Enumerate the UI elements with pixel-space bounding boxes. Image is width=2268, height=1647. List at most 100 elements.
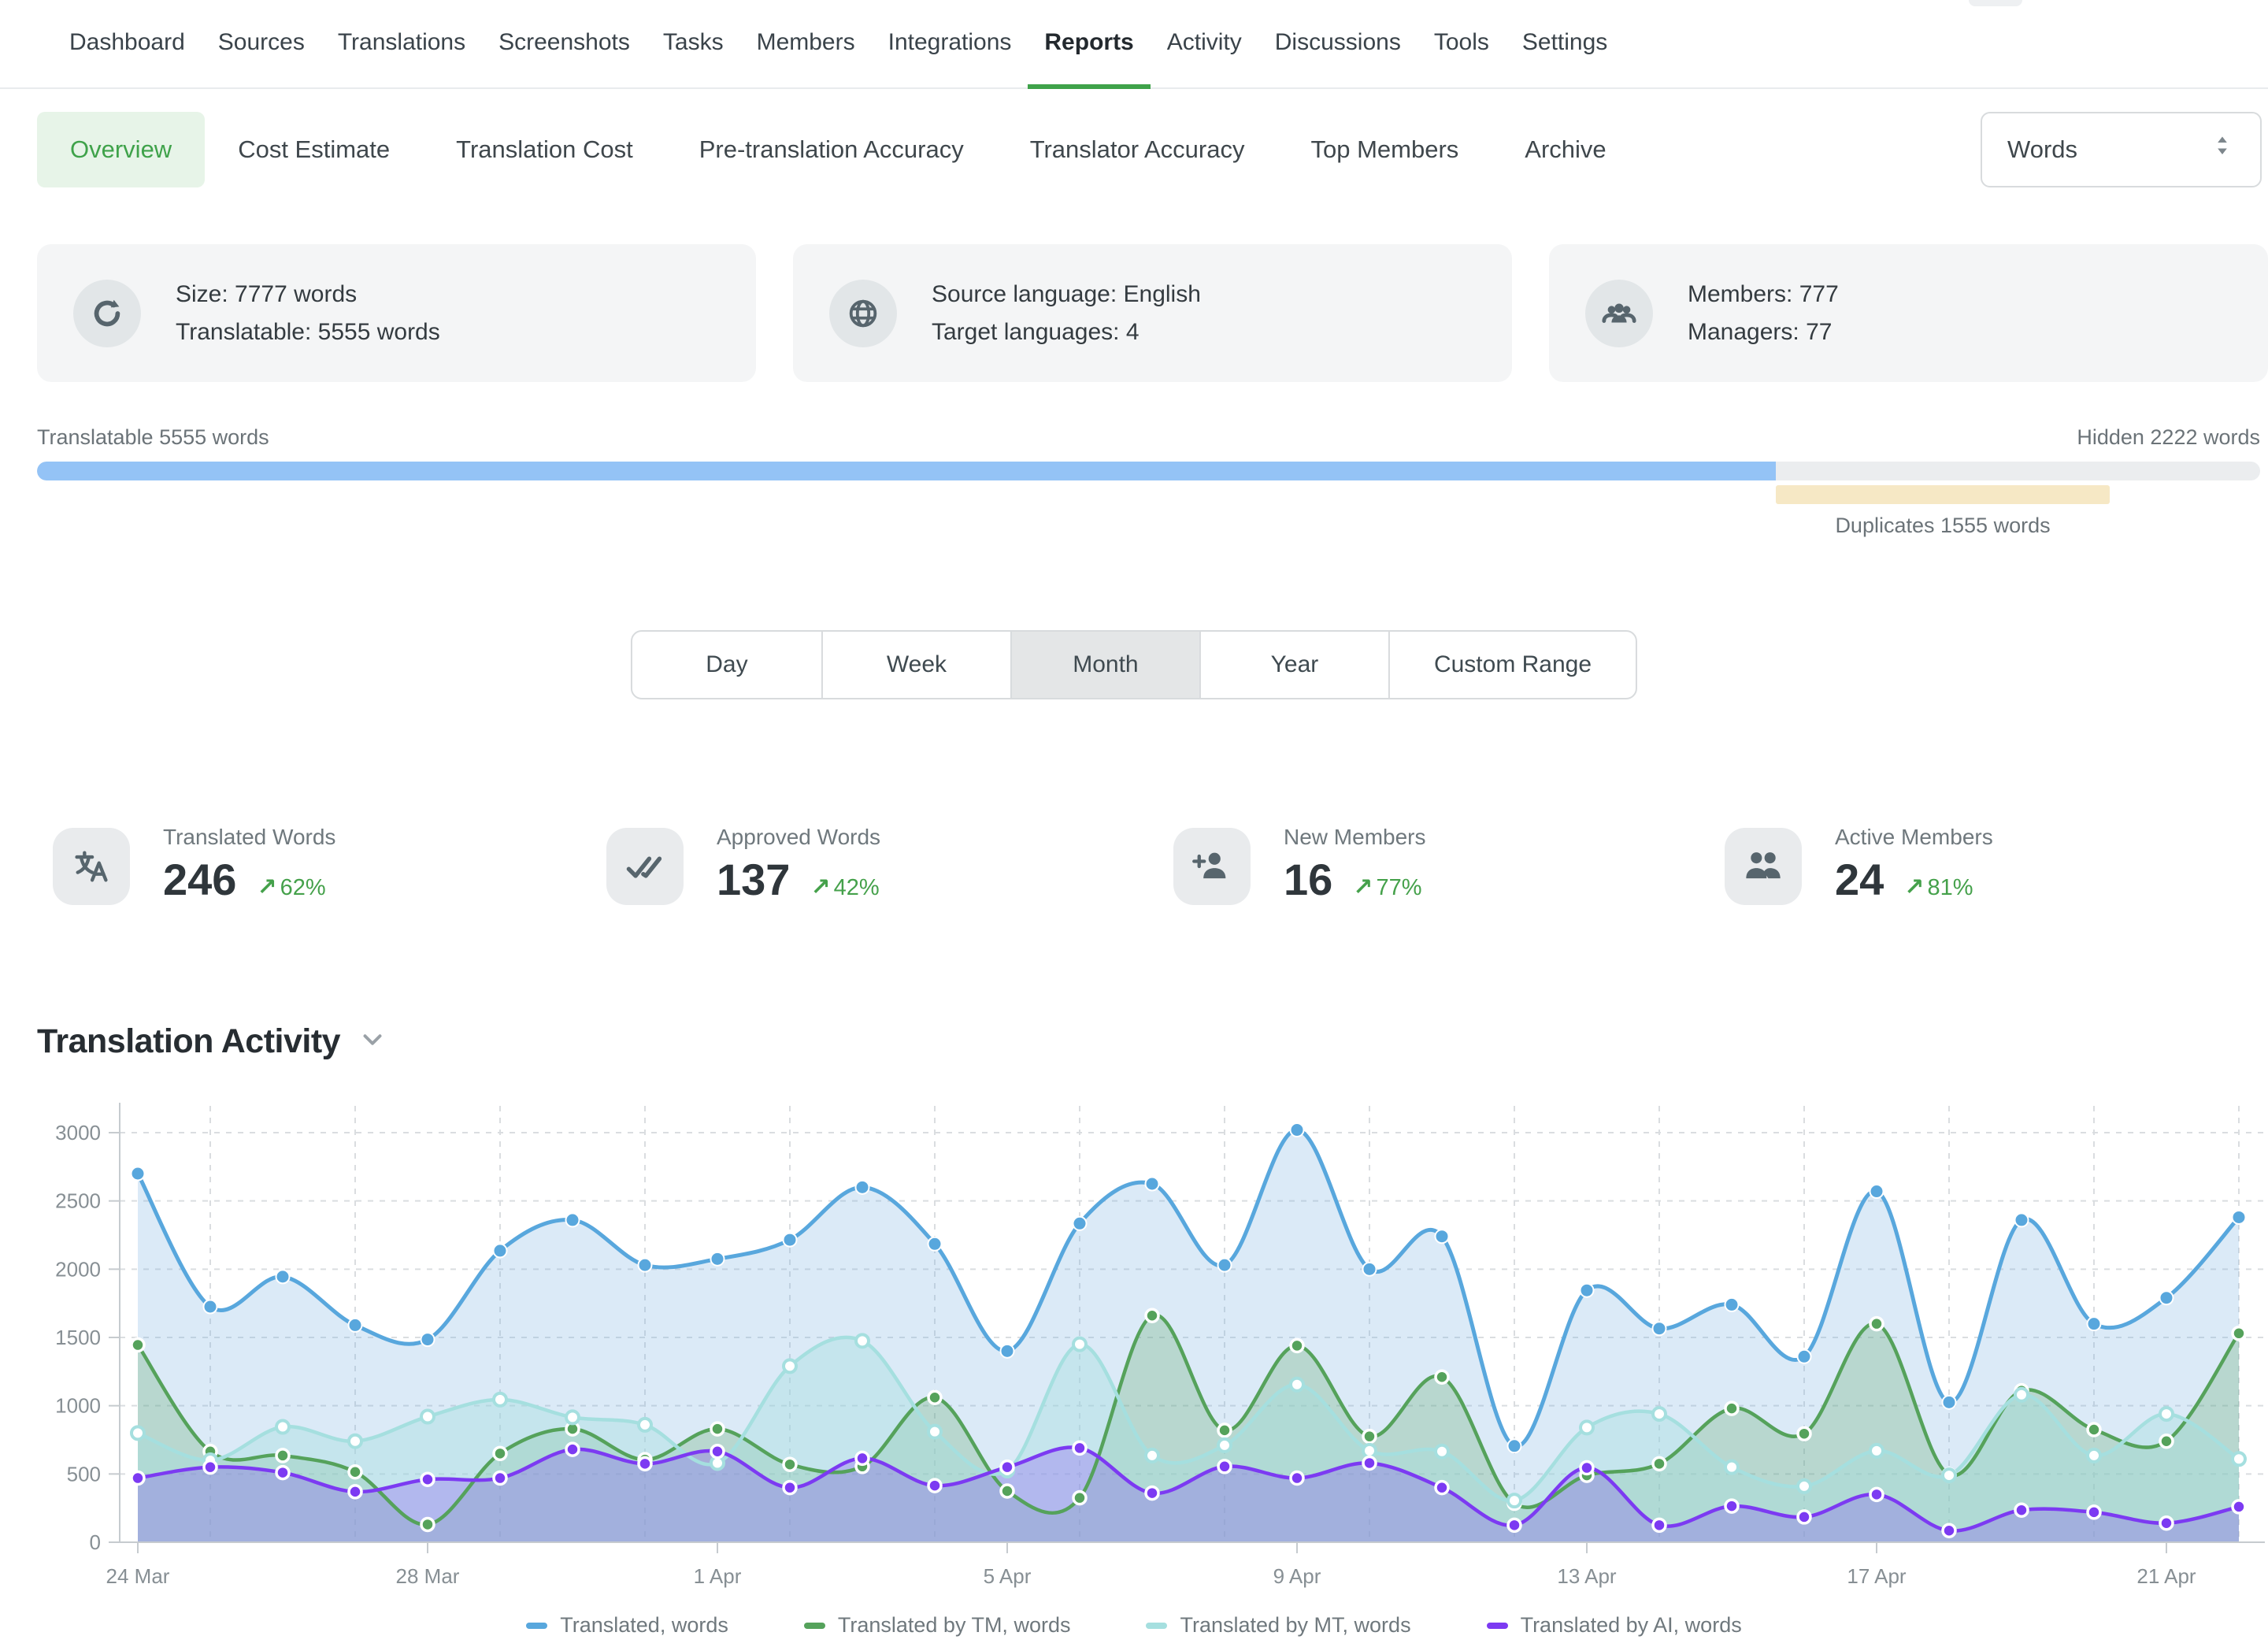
translatable-progress-fill <box>37 462 1776 480</box>
svg-text:13 Apr: 13 Apr <box>1557 1564 1617 1588</box>
chevron-down-icon[interactable] <box>358 1025 387 1059</box>
card-line: Members: 777 <box>1688 281 1839 308</box>
svg-text:3000: 3000 <box>55 1121 101 1144</box>
legend-item-translated-by-tm-words[interactable]: Translated by TM, words <box>804 1613 1071 1638</box>
translation-activity-chart: 05001000150020002500300024 Mar28 Mar1 Ap… <box>0 1095 2268 1613</box>
subnav-item-top-members[interactable]: Top Members <box>1277 112 1492 187</box>
nav-item-activity[interactable]: Activity <box>1151 0 1258 89</box>
range-tab-month[interactable]: Month <box>1010 632 1199 698</box>
nav-item-tools[interactable]: Tools <box>1418 0 1506 89</box>
card-line: Translatable: 5555 words <box>176 319 440 346</box>
stat-value: 246 <box>163 858 236 902</box>
hidden-label: Hidden 2222 words <box>2077 425 2260 450</box>
legend-label: Translated by MT, words <box>1180 1613 1410 1638</box>
date-range-tabs: DayWeekMonthYearCustom Range <box>631 630 1637 699</box>
stat-label: Active Members <box>1835 825 1993 850</box>
legend-label: Translated, words <box>560 1613 728 1638</box>
trend-up-icon: ↗ <box>257 874 276 901</box>
nav-item-integrations[interactable]: Integrations <box>872 0 1028 89</box>
reports-subnav: OverviewCost EstimateTranslation CostPre… <box>37 112 1640 187</box>
unit-select[interactable]: Words <box>1981 112 2262 187</box>
section-title: Translation Activity <box>37 1022 340 1061</box>
legend-item-translated-by-mt-words[interactable]: Translated by MT, words <box>1146 1613 1410 1638</box>
nav-item-translations[interactable]: Translations <box>321 0 482 89</box>
stat-delta: ↗77% <box>1353 874 1421 901</box>
legend-marker <box>1487 1623 1508 1629</box>
svg-text:1000: 1000 <box>55 1394 101 1418</box>
stats-row: Translated Words246↗62%Approved Words137… <box>0 823 2268 933</box>
svg-text:2000: 2000 <box>55 1257 101 1281</box>
stat-value: 16 <box>1284 858 1332 902</box>
nav-item-screenshots[interactable]: Screenshots <box>482 0 647 89</box>
svg-text:17 Apr: 17 Apr <box>1847 1564 1907 1588</box>
nav-item-members[interactable]: Members <box>740 0 872 89</box>
duplicates-bar <box>1776 485 2110 504</box>
top-navigation: DashboardSourcesTranslationsScreenshotsT… <box>0 0 2268 89</box>
trend-up-icon: ↗ <box>810 874 830 901</box>
translation-activity-header: Translation Activity <box>37 1022 387 1061</box>
subnav-item-archive[interactable]: Archive <box>1492 112 1639 187</box>
svg-text:21 Apr: 21 Apr <box>2136 1564 2196 1588</box>
summary-card-1: Source language: EnglishTarget languages… <box>793 244 1512 382</box>
nav-item-settings[interactable]: Settings <box>1506 0 1624 89</box>
cutoff-pill <box>1969 0 2022 6</box>
svg-text:0: 0 <box>90 1530 101 1554</box>
card-line: Size: 7777 words <box>176 281 440 308</box>
card-line: Managers: 77 <box>1688 319 1839 346</box>
range-tab-week[interactable]: Week <box>821 632 1010 698</box>
stat-label: New Members <box>1284 825 1425 850</box>
globe-icon <box>829 280 897 347</box>
legend-label: Translated by AI, words <box>1521 1613 1742 1638</box>
legend-label: Translated by TM, words <box>838 1613 1071 1638</box>
legend-marker <box>1146 1623 1167 1629</box>
subnav-item-overview[interactable]: Overview <box>37 112 205 187</box>
legend-item-translated-by-ai-words[interactable]: Translated by AI, words <box>1487 1613 1742 1638</box>
members-icon <box>1585 280 1653 347</box>
person-add-icon <box>1173 828 1251 905</box>
range-tab-day[interactable]: Day <box>632 632 821 698</box>
translatable-label: Translatable 5555 words <box>37 425 269 450</box>
svg-text:28 Mar: 28 Mar <box>396 1564 460 1588</box>
sync-icon <box>73 280 141 347</box>
subnav-item-translator-accuracy[interactable]: Translator Accuracy <box>997 112 1278 187</box>
people-icon <box>1725 828 1802 905</box>
summary-card-0: Size: 7777 words Translatable: 5555 words <box>37 244 756 382</box>
select-arrows-icon <box>2207 131 2238 169</box>
stat-delta: ↗81% <box>1904 874 1973 901</box>
svg-text:500: 500 <box>67 1462 101 1486</box>
nav-item-tasks[interactable]: Tasks <box>647 0 740 89</box>
svg-text:2500: 2500 <box>55 1189 101 1213</box>
stat-active-members: Active Members 24 ↗81% <box>1725 823 1993 905</box>
nav-item-sources[interactable]: Sources <box>202 0 321 89</box>
stat-translated-words: Translated Words246↗62% <box>53 823 335 905</box>
nav-item-dashboard[interactable]: Dashboard <box>53 0 202 89</box>
subnav-item-translation-cost[interactable]: Translation Cost <box>423 112 666 187</box>
svg-text:5 Apr: 5 Apr <box>984 1564 1032 1588</box>
duplicates-label: Duplicates 1555 words <box>1835 514 2050 538</box>
stat-approved-words: Approved Words137↗42% <box>606 823 880 905</box>
summary-cards: Size: 7777 words Translatable: 5555 words… <box>0 244 2268 382</box>
legend-item-translated-words[interactable]: Translated, words <box>526 1613 728 1638</box>
subnav-item-cost-estimate[interactable]: Cost Estimate <box>205 112 423 187</box>
stat-delta: ↗42% <box>810 874 879 901</box>
double-check-icon <box>606 828 684 905</box>
stat-label: Translated Words <box>163 825 335 850</box>
card-line: Source language: English <box>932 281 1201 308</box>
stat-value: 24 <box>1835 858 1884 902</box>
svg-text:24 Mar: 24 Mar <box>106 1564 170 1588</box>
nav-item-reports[interactable]: Reports <box>1028 0 1150 89</box>
nav-item-discussions[interactable]: Discussions <box>1258 0 1418 89</box>
legend-marker <box>526 1623 547 1629</box>
words-progress-bar <box>37 462 2260 480</box>
range-tab-year[interactable]: Year <box>1199 632 1388 698</box>
summary-card-2: Members: 777 Managers: 77 <box>1549 244 2268 382</box>
range-tab-custom-range[interactable]: Custom Range <box>1388 632 1636 698</box>
subnav-item-pre-translation-accuracy[interactable]: Pre-translation Accuracy <box>666 112 997 187</box>
stat-new-members: New Members 16 ↗77% <box>1173 823 1425 905</box>
svg-text:9 Apr: 9 Apr <box>1273 1564 1321 1588</box>
trend-up-icon: ↗ <box>1904 874 1924 901</box>
legend-marker <box>804 1623 825 1629</box>
svg-text:1 Apr: 1 Apr <box>694 1564 742 1588</box>
trend-up-icon: ↗ <box>1353 874 1373 901</box>
translate-icon <box>53 828 130 905</box>
